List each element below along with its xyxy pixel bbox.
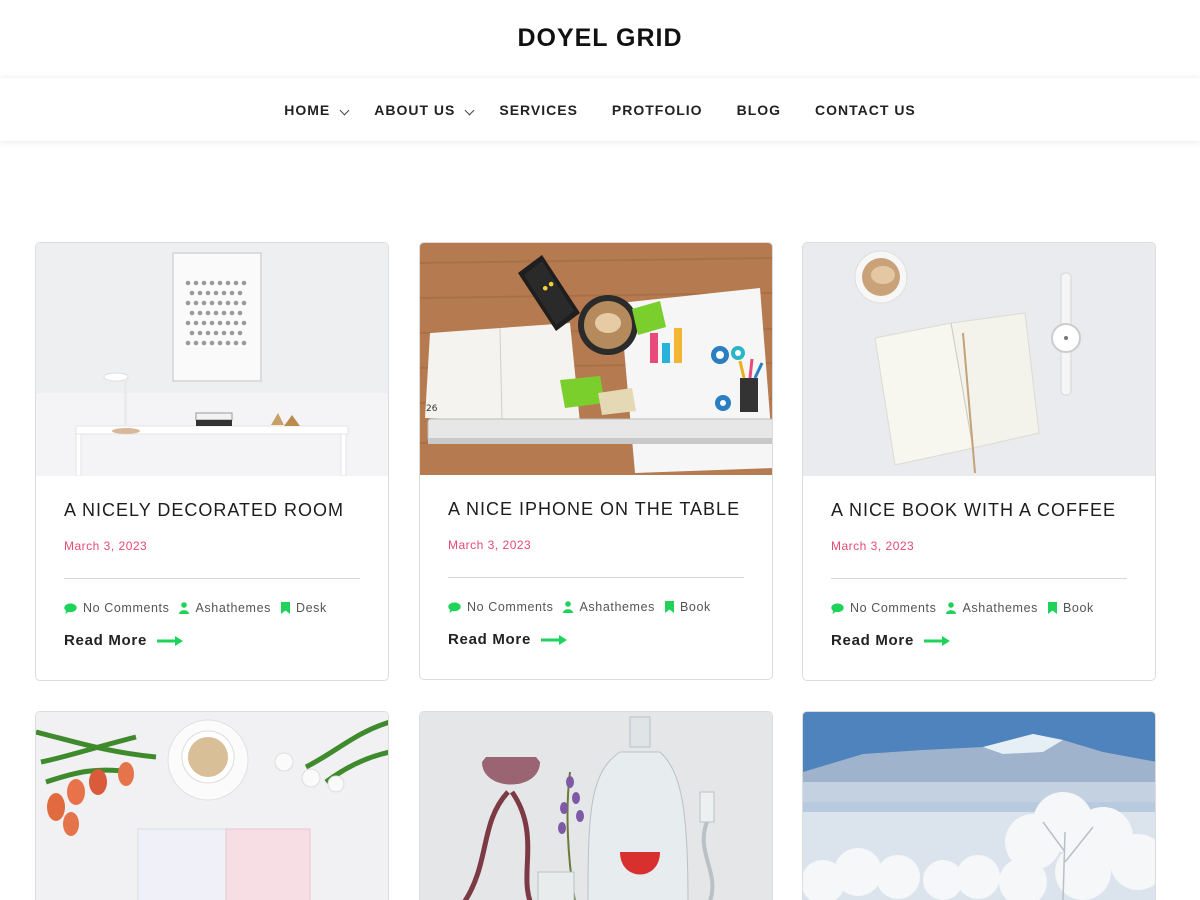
category-link[interactable]: Book bbox=[664, 600, 711, 614]
comments-link[interactable]: No Comments bbox=[448, 600, 553, 614]
post-thumbnail-tulips-coffee-notebook[interactable] bbox=[36, 712, 388, 900]
comments-count: No Comments bbox=[850, 601, 937, 615]
svg-text:26: 26 bbox=[426, 404, 438, 414]
category-name: Book bbox=[679, 600, 711, 614]
nav-item-label: ABOUT US bbox=[374, 101, 456, 118]
post-card bbox=[419, 711, 773, 900]
author-link[interactable]: Ashathemes bbox=[179, 601, 270, 615]
divider bbox=[64, 578, 360, 579]
divider bbox=[448, 577, 744, 578]
author-name: Ashathemes bbox=[962, 601, 1038, 615]
category-name: Book bbox=[1062, 601, 1094, 615]
read-more-link[interactable]: Read More bbox=[64, 632, 360, 675]
comments-count: No Comments bbox=[467, 600, 554, 614]
chevron-down-icon[interactable] bbox=[339, 105, 350, 116]
post-card: ● ● 26 A NICE IPHONE ON THE TABLE March … bbox=[419, 242, 773, 680]
post-card bbox=[35, 711, 389, 900]
arrow-right-icon bbox=[924, 635, 950, 646]
read-more-label: Read More bbox=[831, 632, 914, 649]
post-card bbox=[802, 711, 1156, 900]
post-date[interactable]: March 3, 2023 bbox=[831, 539, 1127, 553]
main-navigation: HOME ABOUT US SERVICES PROTFOLIO BLOG CO… bbox=[0, 78, 1200, 141]
user-icon bbox=[179, 602, 190, 614]
category-link[interactable]: Desk bbox=[280, 601, 327, 615]
nav-item-services[interactable]: SERVICES bbox=[499, 102, 578, 118]
author-link[interactable]: Ashathemes bbox=[563, 600, 654, 614]
read-more-label: Read More bbox=[64, 632, 147, 649]
author-link[interactable]: Ashathemes bbox=[946, 601, 1037, 615]
category-name: Desk bbox=[295, 601, 327, 615]
nav-item-blog[interactable]: BLOG bbox=[737, 102, 781, 118]
post-thumbnail-notebook-coffee-watch[interactable] bbox=[803, 243, 1155, 476]
nav-item-label: SERVICES bbox=[499, 101, 578, 118]
nav-item-home[interactable]: HOME bbox=[284, 101, 350, 118]
author-name: Ashathemes bbox=[579, 600, 655, 614]
bookmark-icon bbox=[1047, 602, 1057, 614]
user-icon bbox=[946, 602, 957, 614]
comments-count: No Comments bbox=[83, 601, 170, 615]
read-more-label: Read More bbox=[448, 631, 531, 648]
post-card: A NICELY DECORATED ROOM March 3, 2023 No… bbox=[35, 242, 389, 681]
category-link[interactable]: Book bbox=[1047, 601, 1094, 615]
post-thumbnail-white-desk-room[interactable] bbox=[36, 243, 388, 476]
post-meta: No Comments Ashathemes Book bbox=[831, 601, 1127, 615]
arrow-right-icon bbox=[541, 634, 567, 645]
site-title[interactable]: DOYEL GRID bbox=[517, 24, 682, 53]
post-title[interactable]: A NICELY DECORATED ROOM bbox=[64, 500, 360, 521]
nav-item-label: CONTACT US bbox=[815, 101, 916, 118]
nav-item-about-us[interactable]: ABOUT US bbox=[374, 101, 475, 118]
nav-item-portfolio[interactable]: PROTFOLIO bbox=[612, 102, 703, 118]
post-title[interactable]: A NICE IPHONE ON THE TABLE bbox=[448, 499, 744, 520]
post-card: A NICE BOOK WITH A COFFEE March 3, 2023 … bbox=[802, 242, 1156, 681]
nav-item-contact-us[interactable]: CONTACT US bbox=[815, 102, 916, 118]
bookmark-icon bbox=[280, 602, 290, 614]
post-meta: No Comments Ashathemes Book bbox=[448, 600, 744, 614]
post-meta: No Comments Ashathemes Desk bbox=[64, 601, 360, 615]
user-icon bbox=[563, 601, 574, 613]
post-date[interactable]: March 3, 2023 bbox=[448, 538, 744, 552]
read-more-link[interactable]: Read More bbox=[831, 632, 1127, 675]
nav-item-label: HOME bbox=[284, 101, 331, 118]
comment-icon bbox=[64, 602, 77, 614]
site-header: DOYEL GRID bbox=[0, 0, 1200, 76]
post-thumbnail-glassware-lavender[interactable] bbox=[420, 712, 772, 900]
nav-item-label: BLOG bbox=[736, 101, 782, 118]
arrow-right-icon bbox=[157, 635, 183, 646]
read-more-link[interactable]: Read More bbox=[448, 631, 744, 674]
post-thumbnail-snowy-mountain-trees[interactable] bbox=[803, 712, 1155, 900]
divider bbox=[831, 578, 1127, 579]
post-thumbnail-phone-on-wooden-table[interactable]: ● ● 26 bbox=[420, 243, 772, 475]
nav-item-label: PROTFOLIO bbox=[611, 101, 703, 118]
comment-icon bbox=[448, 601, 461, 613]
post-date[interactable]: March 3, 2023 bbox=[64, 539, 360, 553]
comments-link[interactable]: No Comments bbox=[64, 601, 169, 615]
post-title[interactable]: A NICE BOOK WITH A COFFEE bbox=[831, 500, 1127, 521]
comment-icon bbox=[831, 602, 844, 614]
comments-link[interactable]: No Comments bbox=[831, 601, 936, 615]
author-name: Ashathemes bbox=[195, 601, 271, 615]
chevron-down-icon[interactable] bbox=[464, 105, 475, 116]
bookmark-icon bbox=[664, 601, 674, 613]
